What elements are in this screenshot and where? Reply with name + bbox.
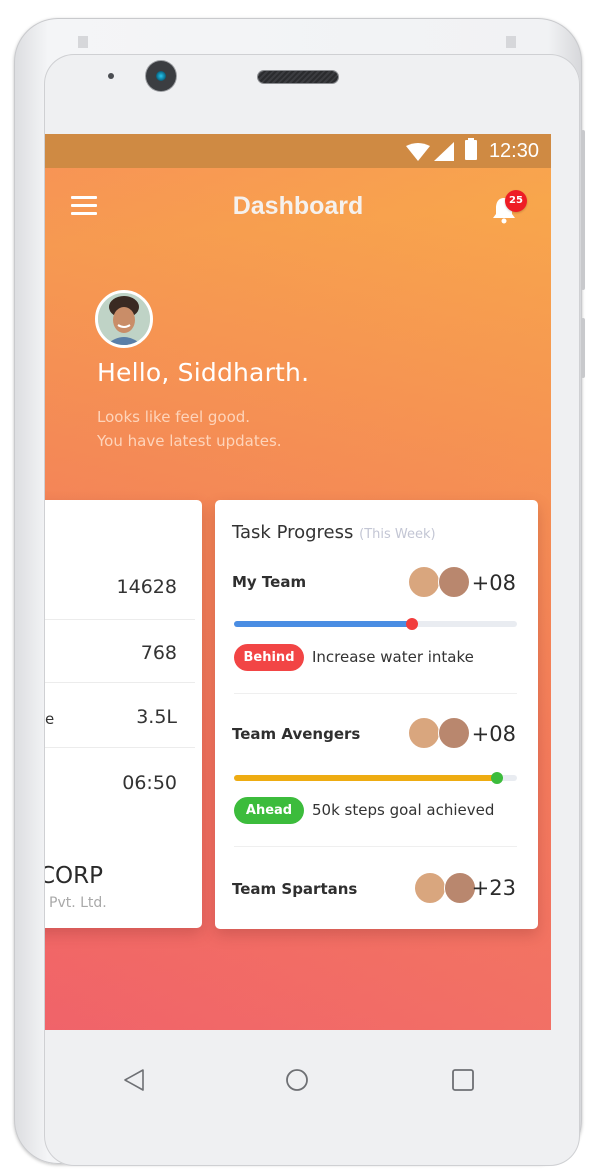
battery-icon (465, 138, 477, 160)
signal-icon (434, 142, 454, 161)
status-time: 12:30 (488, 140, 539, 162)
recent-apps-icon[interactable] (451, 1068, 475, 1092)
member-avatar (408, 717, 440, 749)
progress-knob (491, 772, 504, 784)
android-nav-bar (45, 1030, 551, 1140)
earpiece-speaker (258, 71, 338, 83)
team-avatars (408, 566, 472, 598)
power-button (581, 318, 585, 378)
divider (234, 693, 517, 694)
summary-value: 14628 (116, 576, 177, 598)
summary-row: 768 (45, 622, 195, 686)
status-badge: Behind (234, 644, 304, 671)
team-name: Team Spartans (232, 880, 358, 898)
volume-button (581, 130, 585, 290)
summary-row: 06:50 (45, 752, 195, 816)
member-avatar (438, 566, 470, 598)
summary-value: 06:50 (122, 772, 177, 794)
divider (45, 747, 195, 748)
notifications-button[interactable]: 25 (491, 190, 531, 230)
page-title: Dashboard (232, 192, 364, 220)
greeting-subtitle: Looks like feel good. (97, 408, 251, 426)
user-avatar[interactable] (95, 290, 153, 348)
team-member-count: +08 (471, 722, 516, 746)
divider (234, 846, 517, 847)
progress-fill (234, 775, 498, 781)
status-message: 50k steps goal achieved (312, 801, 495, 819)
summary-row: 14628 (45, 556, 195, 620)
company-suffix: Pvt. Ltd. (49, 895, 107, 911)
summary-label: e (45, 710, 55, 728)
progress-fill (234, 621, 413, 627)
progress-bar (234, 618, 517, 630)
status-message: Increase water intake (312, 648, 474, 666)
divider (45, 619, 195, 620)
summary-row: e 3.5L (45, 686, 195, 750)
summary-value: 768 (140, 642, 177, 664)
greeting-subtitle: You have latest updates. (97, 432, 282, 450)
card-period: (This Week) (359, 527, 436, 542)
team-name: Team Avengers (232, 725, 361, 743)
team-avatars (414, 872, 478, 904)
notification-badge: 25 (505, 190, 527, 212)
task-progress-card: Task Progress (This Week) My Team +08 Be… (215, 500, 538, 929)
status-bar: 12:30 (45, 134, 551, 168)
greeting-text: Hello, Siddharth. (97, 358, 310, 387)
back-icon[interactable] (123, 1068, 145, 1092)
antenna-band (78, 36, 88, 48)
team-member-count: +23 (471, 876, 516, 900)
progress-bar (234, 772, 517, 784)
screen: 12:30 Dashboard 25 Hello, Siddharth. Loo… (45, 134, 551, 1030)
summary-card[interactable]: 14628 768 e 3.5L 06:50 CORP Pvt. Ltd. (45, 500, 202, 928)
wifi-icon (406, 143, 430, 161)
app-bar: Dashboard 25 (45, 168, 551, 248)
divider (45, 682, 195, 683)
summary-value: 3.5L (136, 706, 177, 728)
proximity-sensor (108, 73, 114, 79)
antenna-band (506, 36, 516, 48)
member-avatar (438, 717, 470, 749)
company-name: CORP (45, 863, 104, 889)
card-title-text: Task Progress (232, 522, 354, 543)
progress-knob (406, 618, 419, 630)
team-member-count: +08 (471, 571, 516, 595)
front-camera (146, 61, 176, 91)
member-avatar (408, 566, 440, 598)
team-name: My Team (232, 573, 307, 591)
member-avatar (414, 872, 446, 904)
home-icon[interactable] (285, 1068, 309, 1092)
card-title: Task Progress (This Week) (232, 522, 436, 543)
user-avatar-image (98, 293, 150, 345)
team-avatars (408, 717, 472, 749)
status-badge: Ahead (234, 797, 304, 824)
